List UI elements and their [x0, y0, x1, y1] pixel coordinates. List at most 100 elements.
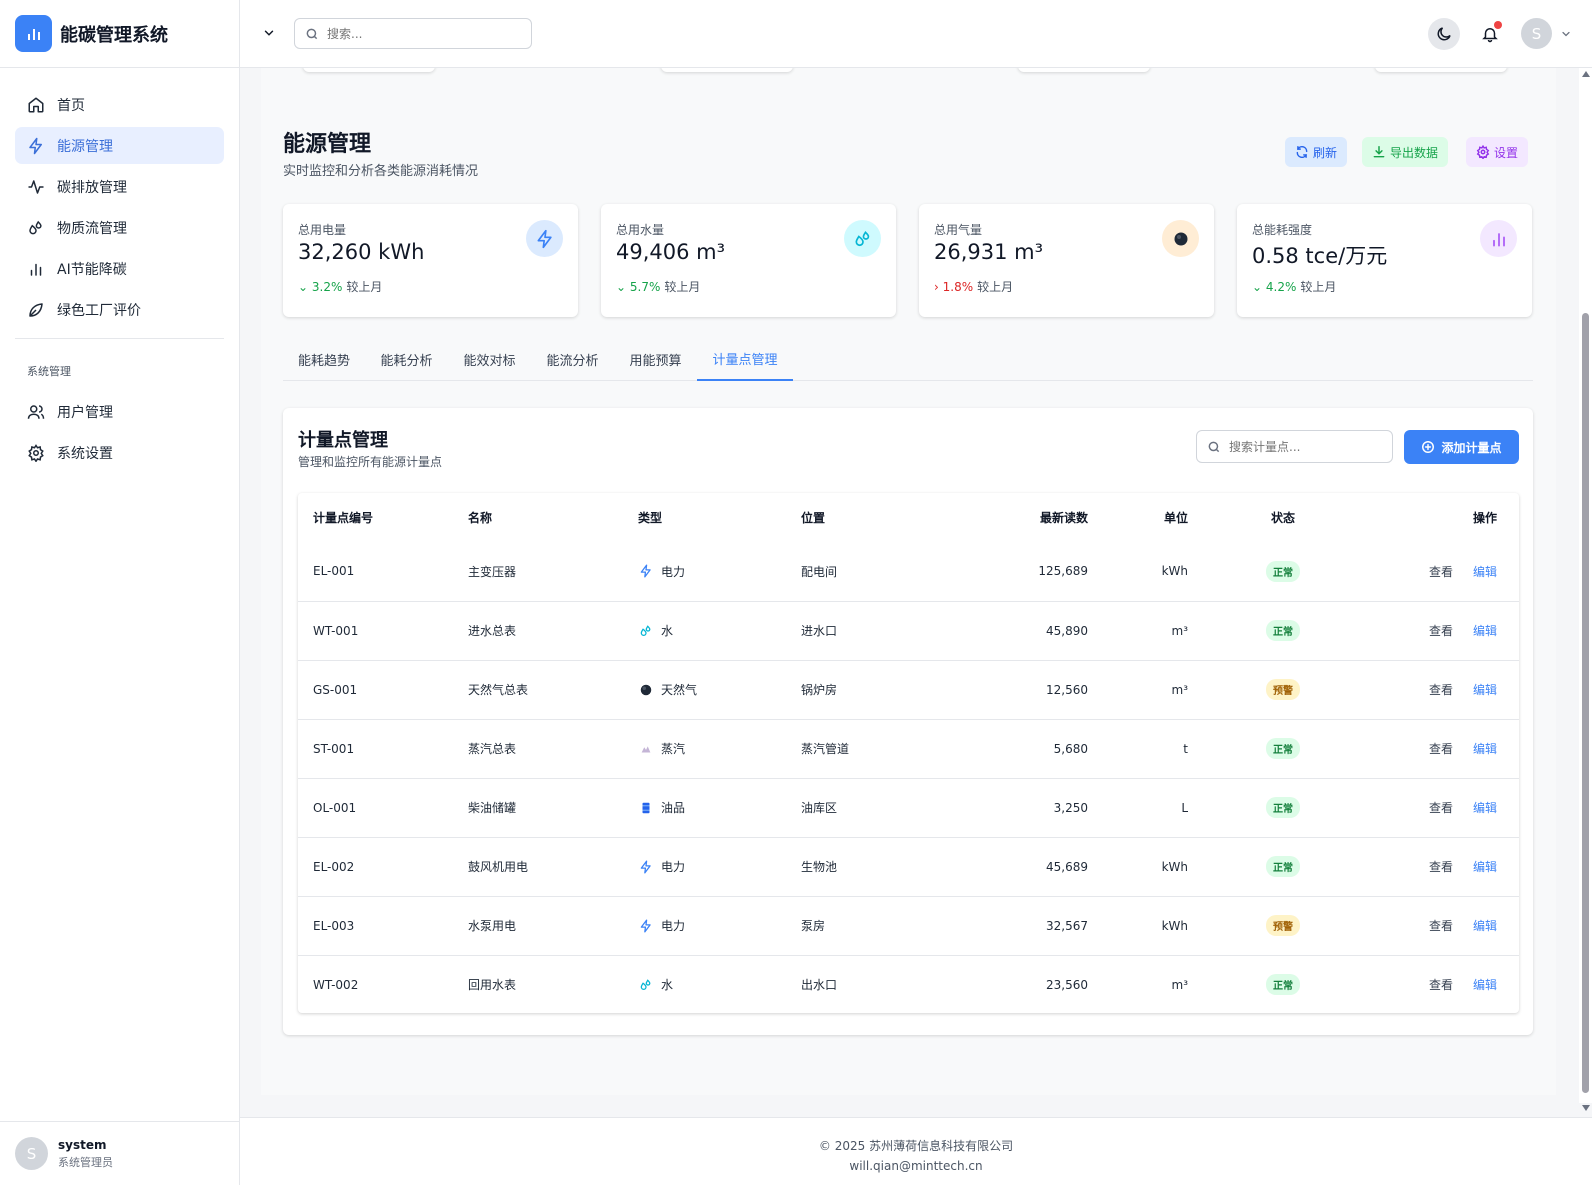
meter-status-cell: 正常: [1188, 836, 1378, 896]
chevron-down-icon[interactable]: [1560, 28, 1572, 40]
panel-title: 计量点管理: [298, 430, 388, 451]
meter-unit: m³: [1088, 954, 1188, 1014]
partial-card: [1018, 68, 1150, 72]
meter-search[interactable]: [1196, 430, 1393, 463]
meter-id: OL-001: [298, 777, 468, 837]
sidebar-item-label: 绿色工厂评价: [57, 302, 141, 319]
global-search[interactable]: [294, 18, 532, 49]
column-header[interactable]: 名称: [468, 493, 638, 542]
search-icon: [306, 28, 318, 39]
meter-search-input[interactable]: [1229, 439, 1389, 454]
home-icon: [28, 97, 44, 112]
sidebar-item-label: 首页: [57, 97, 85, 114]
tab-analysis[interactable]: 能耗分析: [365, 338, 448, 381]
settings-button[interactable]: 设置: [1466, 137, 1529, 167]
search-input[interactable]: [327, 26, 517, 41]
tab-benchmark[interactable]: 能效对标: [448, 338, 531, 381]
meter-type-label: 蒸汽: [661, 742, 686, 756]
view-link[interactable]: 查看: [1429, 683, 1453, 697]
edit-link[interactable]: 编辑: [1473, 919, 1497, 933]
sidebar-item-green-factory[interactable]: 绿色工厂评价: [15, 291, 224, 328]
column-header[interactable]: 单位: [1088, 493, 1188, 542]
edit-link[interactable]: 编辑: [1473, 683, 1497, 697]
view-link[interactable]: 查看: [1429, 801, 1453, 815]
meter-type-label: 电力: [661, 919, 686, 933]
column-header[interactable]: 类型: [638, 493, 801, 542]
scrollbar[interactable]: [1579, 68, 1592, 1111]
edit-link[interactable]: 编辑: [1473, 978, 1497, 992]
scroll-down-arrow[interactable]: [1582, 1105, 1590, 1111]
refresh-icon: [1296, 145, 1308, 159]
sidebar-item-home[interactable]: 首页: [15, 86, 224, 123]
tab-trend[interactable]: 能耗趋势: [283, 338, 365, 381]
view-link[interactable]: 查看: [1429, 624, 1453, 638]
stat-delta-percent: 5.7%: [629, 280, 661, 294]
partial-card: [1375, 68, 1507, 72]
edit-link[interactable]: 编辑: [1473, 742, 1497, 756]
status-badge: 预警: [1266, 915, 1300, 936]
scroll-thumb[interactable]: [1582, 313, 1589, 1093]
view-link[interactable]: 查看: [1429, 565, 1453, 579]
contact-email[interactable]: will.qian@minttech.cn: [240, 1156, 1592, 1176]
meter-type-label: 电力: [661, 564, 686, 579]
scroll-up-arrow[interactable]: [1582, 71, 1590, 77]
chevron-down-icon[interactable]: [262, 26, 276, 40]
current-user[interactable]: S system 系统管理员: [0, 1121, 239, 1185]
sidebar-item-label: 物质流管理: [57, 220, 127, 237]
droplets-icon: [844, 220, 881, 257]
sidebar-item-ai[interactable]: AI节能降碳: [15, 250, 224, 287]
add-meter-button[interactable]: 添加计量点: [1404, 430, 1519, 464]
page-subtitle: 实时监控和分析各类能源消耗情况: [283, 164, 479, 179]
meter-actions: 查看 编辑: [1378, 895, 1519, 955]
sidebar-item-settings[interactable]: 系统设置: [15, 434, 224, 471]
column-header[interactable]: 位置: [801, 493, 971, 542]
tab-budget[interactable]: 用能预算: [614, 338, 697, 381]
edit-link[interactable]: 编辑: [1473, 624, 1497, 638]
droplets-icon: [29, 220, 42, 234]
gas-dot-icon: [638, 682, 654, 698]
meter-reading: 12,560: [971, 659, 1088, 719]
logo-bar-chart-icon: [15, 15, 52, 52]
view-link[interactable]: 查看: [1429, 919, 1453, 933]
column-header[interactable]: 计量点编号: [298, 493, 468, 542]
sidebar-item-carbon[interactable]: 碳排放管理: [15, 168, 224, 205]
table-row: EL-003 水泵用电 电力 泵房 32,567 kWh 预警 查看 编辑: [298, 895, 1519, 955]
sidebar-item-users[interactable]: 用户管理: [15, 393, 224, 430]
edit-link[interactable]: 编辑: [1473, 860, 1497, 874]
column-header[interactable]: 状态: [1188, 493, 1378, 542]
tab-meter-points[interactable]: 计量点管理: [697, 338, 793, 381]
refresh-button[interactable]: 刷新: [1285, 137, 1348, 167]
sidebar-nav: 首页 能源管理 碳排放管理 物质流管理 AI节能降碳 绿色工厂评价 系统管理 用…: [0, 68, 239, 471]
meter-type-label: 油品: [661, 801, 686, 815]
meter-location: 进水口: [801, 600, 971, 660]
brand[interactable]: 能碳管理系统: [0, 0, 239, 68]
edit-link[interactable]: 编辑: [1473, 801, 1497, 815]
sidebar-item-material[interactable]: 物质流管理: [15, 209, 224, 246]
notifications-button[interactable]: [1474, 18, 1506, 50]
meter-type-cell: 天然气: [638, 659, 801, 719]
stat-compare: 较上月: [1300, 280, 1337, 294]
meter-id: EL-001: [313, 564, 355, 579]
theme-toggle-button[interactable]: [1428, 18, 1460, 50]
column-header[interactable]: 最新读数: [971, 493, 1088, 542]
view-link[interactable]: 查看: [1429, 860, 1453, 874]
meter-actions: 查看 编辑: [1378, 777, 1519, 837]
tab-flow[interactable]: 能流分析: [531, 338, 614, 381]
sidebar-item-energy[interactable]: 能源管理: [15, 127, 224, 164]
partial-card: [661, 68, 793, 72]
view-link[interactable]: 查看: [1429, 742, 1453, 756]
export-button[interactable]: 导出数据: [1362, 137, 1449, 167]
edit-link[interactable]: 编辑: [1473, 565, 1497, 579]
meter-id: ST-001: [298, 718, 468, 778]
meter-unit: kWh: [1088, 836, 1188, 896]
status-badge: 正常: [1266, 560, 1300, 582]
meter-location: 泵房: [801, 895, 971, 955]
user-avatar[interactable]: S: [1521, 18, 1552, 49]
meter-id: EL-002: [298, 836, 468, 896]
meter-actions: 查看 编辑: [1378, 836, 1519, 896]
gear-icon: [1476, 145, 1490, 159]
view-link[interactable]: 查看: [1429, 978, 1453, 992]
stat-compare: 较上月: [977, 280, 1014, 294]
stat-delta-percent: 1.8%: [942, 280, 974, 294]
meter-reading: 3,250: [971, 777, 1088, 837]
